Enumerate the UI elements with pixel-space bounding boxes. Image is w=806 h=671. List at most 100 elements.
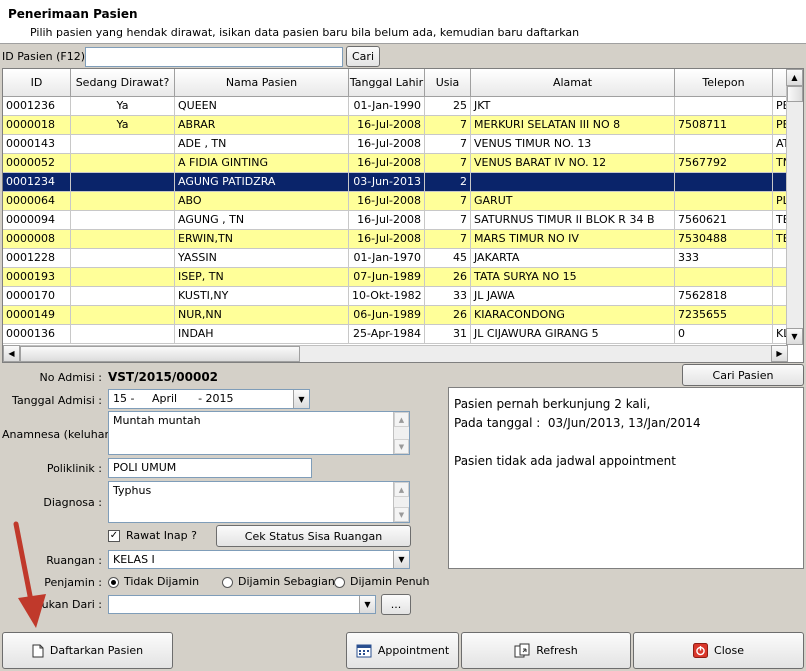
cell-nama-pasien: AGUNG , TN — [175, 211, 349, 229]
diagnosa-textarea[interactable]: Typhus ▲ ▼ — [108, 481, 410, 523]
cari-button[interactable]: Cari — [346, 46, 380, 67]
tanggal-admisi-picker[interactable]: 15 - April - 2015 ▼ — [108, 389, 310, 409]
scroll-down-icon[interactable]: ▼ — [786, 328, 803, 345]
cell-usia: 7 — [425, 192, 471, 210]
col-usia[interactable]: Usia — [425, 69, 471, 97]
cell-telepon — [675, 173, 773, 191]
scroll-down-icon[interactable]: ▼ — [394, 507, 409, 522]
scroll-up-icon[interactable]: ▲ — [394, 482, 409, 497]
table-row[interactable]: 0000008 ERWIN,TN 16-Jul-2008 7 MARS TIMUR NO… — [3, 230, 789, 249]
cek-status-label: Cek Status Sisa Ruangan — [244, 529, 383, 543]
id-pasien-input[interactable] — [85, 47, 343, 67]
table-row[interactable]: 0001234 AGUNG PATIDZRA 03-Jun-2013 2 — [3, 173, 789, 192]
table-row[interactable]: 0001236 Ya QUEEN 01-Jan-1990 25 JKT PE — [3, 97, 789, 116]
close-button[interactable]: Close — [633, 632, 804, 669]
cell-usia: 31 — [425, 325, 471, 343]
cell-usia: 45 — [425, 249, 471, 267]
cell-usia: 7 — [425, 135, 471, 153]
page-title: Penerimaan Pasien — [8, 7, 138, 21]
anamnesa-scrollbar[interactable]: ▲ ▼ — [393, 412, 409, 454]
table-row[interactable]: 0001228 YASSIN 01-Jan-1970 45 JAKARTA 333 — [3, 249, 789, 268]
cell-nama-pasien: ISEP, TN — [175, 268, 349, 286]
calendar-icon — [356, 643, 372, 658]
radio-dijamin-penuh[interactable]: Dijamin Penuh — [334, 575, 430, 588]
col-nama-pasien[interactable]: Nama Pasien — [175, 69, 349, 97]
grid-horizontal-scrollbar[interactable]: ◀ ▶ — [3, 345, 788, 362]
radio-dijamin-penuh-label: Dijamin Penuh — [350, 575, 430, 588]
table-row[interactable]: 0000018 Ya ABRAR 16-Jul-2008 7 MERKURI SELATA… — [3, 116, 789, 135]
cell-tanggal-lahir: 16-Jul-2008 — [349, 135, 425, 153]
radio-selected-icon — [108, 576, 119, 588]
cell-usia: 26 — [425, 268, 471, 286]
anamnesa-textarea[interactable]: Muntah muntah ▲ ▼ — [108, 411, 410, 455]
info-line-2: Pada tanggal : 03/Jun/2013, 13/Jan/2014 — [454, 416, 701, 430]
cell-sedang-dirawat — [71, 211, 175, 229]
daftarkan-pasien-button[interactable]: Daftarkan Pasien — [2, 632, 173, 669]
chevron-down-icon[interactable]: ▼ — [393, 551, 409, 568]
diagnosa-scrollbar[interactable]: ▲ ▼ — [393, 482, 409, 522]
cell-id: 0000143 — [3, 135, 71, 153]
rujukan-select[interactable]: ▼ — [108, 595, 376, 614]
cari-pasien-button[interactable]: Cari Pasien — [682, 364, 804, 386]
vertical-scroll-thumb[interactable] — [787, 86, 803, 102]
col-alamat[interactable]: Alamat — [471, 69, 675, 97]
cell-sedang-dirawat — [71, 268, 175, 286]
cell-usia: 7 — [425, 211, 471, 229]
scroll-right-icon[interactable]: ▶ — [771, 345, 788, 362]
refresh-button[interactable]: Refresh — [461, 632, 631, 669]
col-sedang-dirawat[interactable]: Sedang Dirawat? — [71, 69, 175, 97]
appointment-button[interactable]: Appointment — [346, 632, 459, 669]
info-line-3: Pasien tidak ada jadwal appointment — [454, 454, 676, 468]
table-row[interactable]: 0000149 NUR,NN 06-Jun-1989 26 KIARACONDONG 72… — [3, 306, 789, 325]
scroll-up-icon[interactable]: ▲ — [786, 69, 803, 86]
cell-sedang-dirawat: Ya — [71, 116, 175, 134]
cari-button-label: Cari — [352, 50, 374, 63]
rawat-inap-checkbox[interactable]: ✓ Rawat Inap ? — [108, 529, 197, 542]
cell-tanggal-lahir: 25-Apr-1984 — [349, 325, 425, 343]
cell-sedang-dirawat — [71, 325, 175, 343]
chevron-down-icon[interactable]: ▼ — [359, 596, 375, 613]
scroll-down-icon[interactable]: ▼ — [394, 439, 409, 454]
poliklinik-field[interactable]: POLI UMUM — [108, 458, 312, 478]
table-row[interactable]: 0000094 AGUNG , TN 16-Jul-2008 7 SATURNUS TI… — [3, 211, 789, 230]
scroll-up-icon[interactable]: ▲ — [394, 412, 409, 427]
horizontal-scroll-thumb[interactable] — [20, 346, 300, 362]
col-tanggal-lahir[interactable]: Tanggal Lahir — [349, 69, 425, 97]
grid-vertical-scrollbar[interactable]: ▲ ▼ — [786, 69, 803, 345]
patient-grid[interactable]: ID Sedang Dirawat? Nama Pasien Tanggal L… — [2, 68, 804, 363]
table-row[interactable]: 0000143 ADE , TN 16-Jul-2008 7 VENUS TIMUR N… — [3, 135, 789, 154]
cell-telepon — [675, 268, 773, 286]
cell-alamat: JL JAWA — [471, 287, 675, 305]
cell-sedang-dirawat — [71, 173, 175, 191]
col-id[interactable]: ID — [3, 69, 71, 97]
cek-status-button[interactable]: Cek Status Sisa Ruangan — [216, 525, 411, 547]
table-row[interactable]: 0000170 KUSTI,NY 10-Okt-1982 33 JL JAWA 75628… — [3, 287, 789, 306]
scroll-left-icon[interactable]: ◀ — [3, 345, 20, 362]
radio-dijamin-sebagian[interactable]: Dijamin Sebagian — [222, 575, 335, 588]
cell-nama-pasien: KUSTI,NY — [175, 287, 349, 305]
table-row[interactable]: 0000064ABO16-Jul-20087GARUTPLI — [3, 192, 789, 211]
rujukan-browse-button[interactable]: ... — [381, 594, 411, 615]
diagnosa-label: Diagnosa : — [43, 496, 102, 509]
cell-telepon — [675, 97, 773, 115]
radio-tidak-dijamin[interactable]: Tidak Dijamin — [108, 575, 199, 588]
cell-alamat: MERKURI SELATAN III NO 8 — [471, 116, 675, 134]
col-telepon[interactable]: Telepon — [675, 69, 773, 97]
chevron-down-icon[interactable]: ▼ — [293, 390, 309, 408]
poliklinik-value: POLI UMUM — [113, 461, 177, 474]
poliklinik-label: Poliklinik : — [46, 462, 102, 475]
radio-tidak-dijamin-label: Tidak Dijamin — [124, 575, 200, 588]
table-row[interactable]: 0000136 INDAH 25-Apr-1984 31 JL CIJAWURA GIR… — [3, 325, 789, 344]
cell-nama-pasien: ABRAR — [175, 116, 349, 134]
cell-usia: 26 — [425, 306, 471, 324]
cell-telepon: 7530488 — [675, 230, 773, 248]
cell-sedang-dirawat — [71, 287, 175, 305]
no-admisi-value: VST/2015/00002 — [108, 370, 219, 384]
cell-nama-pasien: NUR,NN — [175, 306, 349, 324]
cell-nama-pasien: YASSIN — [175, 249, 349, 267]
cell-alamat: JAKARTA — [471, 249, 675, 267]
ruangan-select[interactable]: KELAS I ▼ — [108, 550, 410, 569]
cell-id: 0000170 — [3, 287, 71, 305]
table-row[interactable]: 0000193 ISEP, TN 07-Jun-1989 26 TATA SURYA N… — [3, 268, 789, 287]
table-row[interactable]: 0000052 A FIDIA GINTING 16-Jul-2008 7 VENUS … — [3, 154, 789, 173]
